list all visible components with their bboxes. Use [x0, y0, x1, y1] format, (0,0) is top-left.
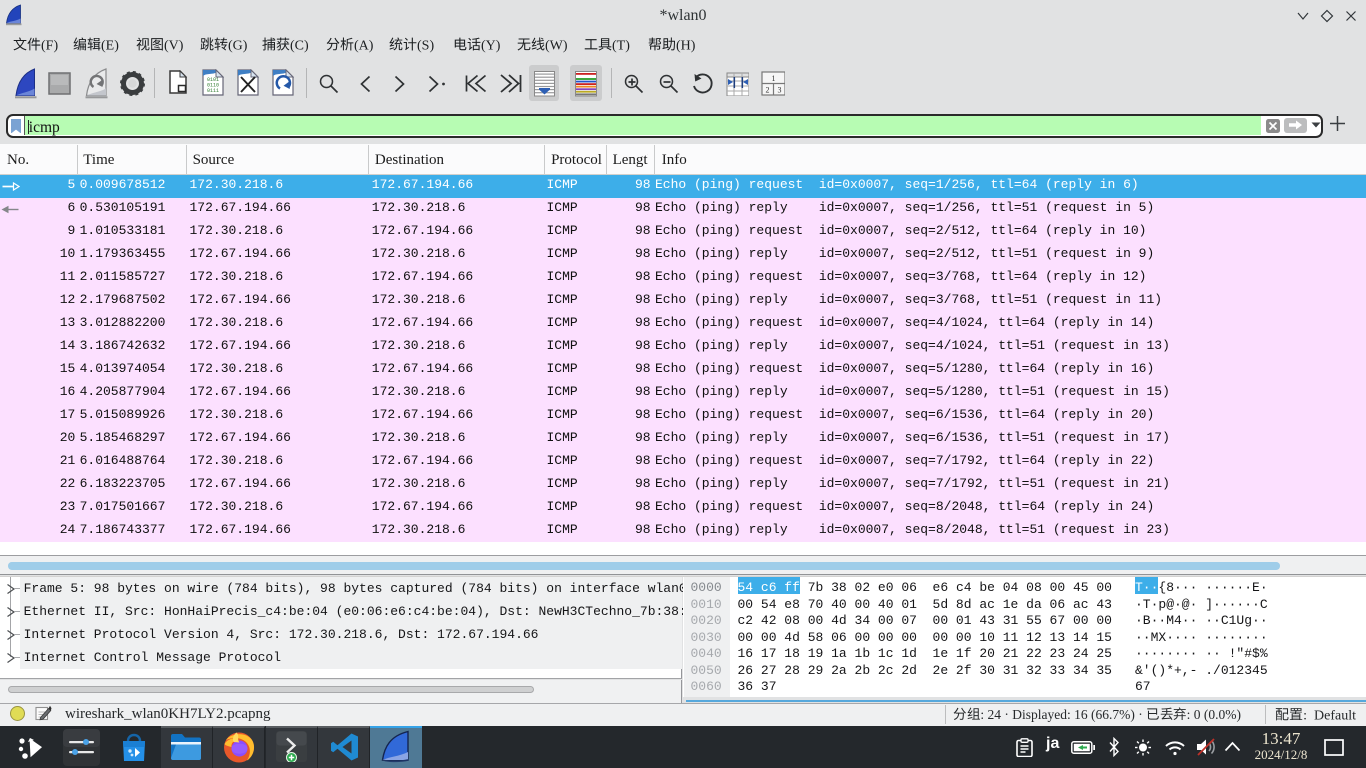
svg-text:3: 3: [778, 85, 782, 94]
svg-text:0111: 0111: [207, 88, 219, 94]
svg-text:2: 2: [766, 85, 770, 94]
svg-text:1: 1: [772, 74, 776, 83]
